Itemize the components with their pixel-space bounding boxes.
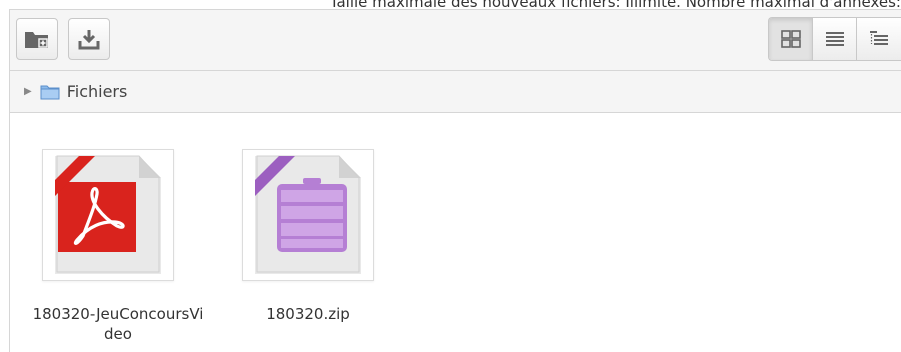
download-icon bbox=[78, 30, 100, 50]
grid-view-button[interactable] bbox=[769, 18, 813, 60]
file-manager-toolbar bbox=[9, 9, 901, 71]
view-mode-group bbox=[768, 17, 901, 61]
file-name[interactable]: 180320-JeuConcoursVideo bbox=[28, 304, 208, 344]
file-name[interactable]: 180320.zip bbox=[218, 304, 398, 324]
create-folder-button[interactable] bbox=[16, 18, 58, 60]
pdf-file-icon bbox=[55, 155, 161, 274]
expand-arrow-icon[interactable]: ▶ bbox=[24, 86, 32, 97]
zip-file-icon bbox=[255, 155, 361, 274]
folder-icon bbox=[40, 85, 60, 99]
create-folder-icon bbox=[25, 32, 48, 48]
breadcrumb-root[interactable]: Fichiers bbox=[67, 82, 128, 101]
file-thumbnail[interactable] bbox=[242, 149, 374, 281]
grid-view-icon bbox=[780, 30, 801, 48]
tree-view-icon bbox=[870, 31, 888, 45]
tree-view-button[interactable] bbox=[857, 18, 901, 60]
download-button[interactable] bbox=[68, 18, 110, 60]
breadcrumb: ▶ Fichiers bbox=[9, 70, 901, 113]
list-view-button[interactable] bbox=[813, 18, 857, 60]
file-thumbnail[interactable] bbox=[42, 149, 174, 281]
list-view-icon bbox=[825, 32, 844, 46]
